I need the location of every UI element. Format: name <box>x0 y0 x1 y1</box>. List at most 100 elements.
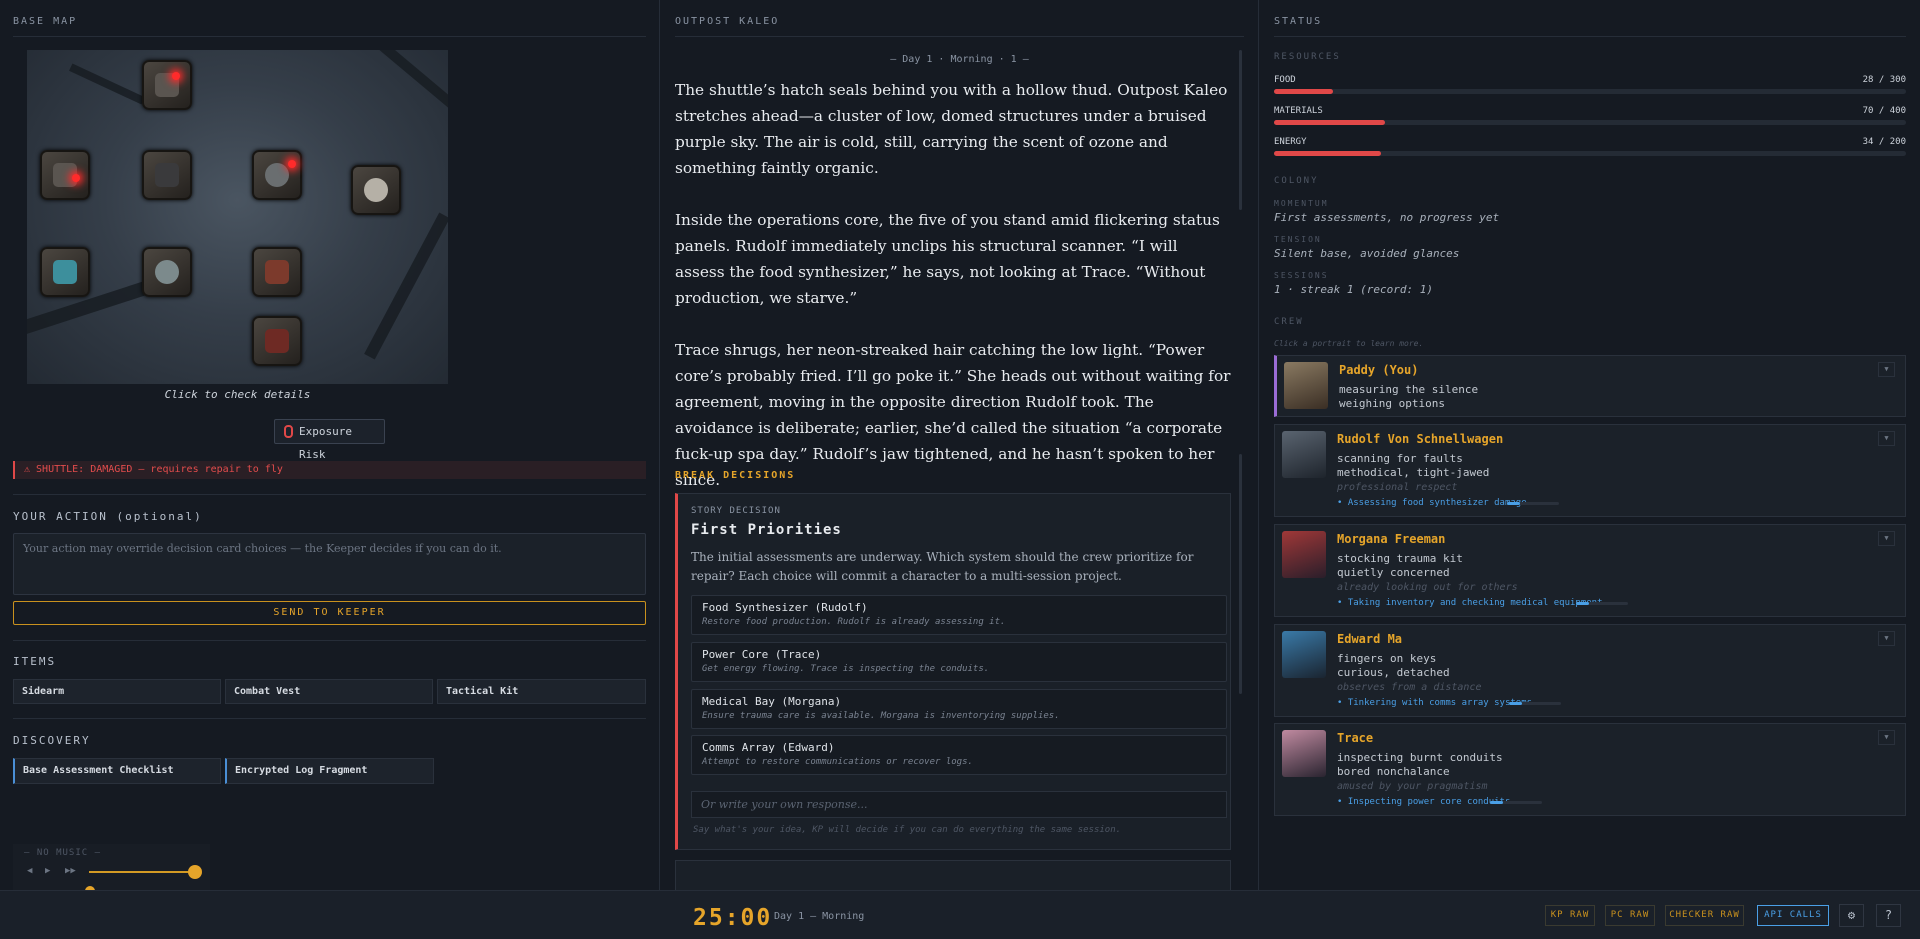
momentum-value: First assessments, no progress yet <box>1274 211 1500 224</box>
panel-title-base-map: BASE MAP <box>13 0 646 37</box>
item-card[interactable]: Combat Vest <box>225 679 433 704</box>
decision-hint: Say what's your idea, KP will decide if … <box>693 825 1122 835</box>
choice-label: Power Core (Trace) <box>702 648 822 661</box>
send-to-keeper-button[interactable]: SEND TO KEEPER <box>13 601 646 625</box>
crew-relation: observes from a distance <box>1337 682 1482 693</box>
crew-name: Paddy (You) <box>1339 363 1419 377</box>
chevron-down-icon[interactable]: ▼ <box>1878 631 1895 646</box>
map-module-tile[interactable] <box>252 150 302 200</box>
resource-name: ENERGY <box>1274 137 1307 147</box>
map-module-tile[interactable] <box>351 165 401 215</box>
choice-subtext: Attempt to restore communications or rec… <box>702 757 973 767</box>
decision-choice[interactable]: Medical Bay (Morgana) Ensure trauma care … <box>691 689 1227 729</box>
crew-mood: weighing options <box>1339 397 1445 410</box>
choice-label: Medical Bay (Morgana) <box>702 695 842 708</box>
choice-label: Comms Array (Edward) <box>702 741 835 754</box>
task-progress-bar <box>1507 502 1559 505</box>
own-response-input[interactable]: Or write your own response... <box>691 791 1227 818</box>
action-input[interactable]: Your action may override decision card c… <box>13 533 646 595</box>
exposure-risk-label: Exposure Risk <box>299 425 352 461</box>
base-map-panel: BASE MAP Click to check details Exposure… <box>0 0 660 926</box>
map-module-tile[interactable] <box>40 247 90 297</box>
action-heading: YOUR ACTION (optional) <box>13 510 203 523</box>
crew-name: Trace <box>1337 731 1374 745</box>
map-module-tile[interactable] <box>142 60 192 110</box>
crew-card-edward[interactable]: Edward Ma fingers on keys curious, detac… <box>1274 624 1906 717</box>
api-calls-button[interactable]: API CALLS <box>1757 905 1829 926</box>
resource-value: 70 / 400 <box>1862 106 1906 116</box>
decision-choice[interactable]: Comms Array (Edward) Attempt to restore c… <box>691 735 1227 775</box>
crew-relation: already looking out for others <box>1337 582 1518 593</box>
decision-choice[interactable]: Power Core (Trace) Get energy flowing. Tr… <box>691 642 1227 682</box>
next-track-button[interactable]: ▶▶ <box>65 866 76 876</box>
discovery-heading: DISCOVERY <box>13 734 91 747</box>
story-day-line: — Day 1 · Morning · 1 — <box>890 54 1029 65</box>
avatar[interactable] <box>1284 362 1328 409</box>
footer-bar: 25:00 Day 1 — Morning KP RAW PC RAW CHEC… <box>0 890 1920 939</box>
choice-subtext: Get energy flowing. Trace is inspecting … <box>702 664 990 674</box>
crew-mood: bored nonchalance <box>1337 765 1450 778</box>
kp-raw-button[interactable]: KP RAW <box>1545 905 1595 926</box>
crew-mood: curious, detached <box>1337 666 1450 679</box>
decision-choice[interactable]: Food Synthesizer (Rudolf) Restore food pr… <box>691 595 1227 635</box>
map-caption: Click to check details <box>164 388 311 401</box>
chevron-down-icon[interactable]: ▼ <box>1878 730 1895 745</box>
story-scrollbar[interactable] <box>1239 50 1242 210</box>
map-module-tile[interactable] <box>40 150 90 200</box>
resource-value: 34 / 200 <box>1862 137 1906 147</box>
resource-row: MATERIALS 70 / 400 <box>1274 106 1906 116</box>
avatar[interactable] <box>1282 730 1326 777</box>
discovery-card[interactable]: Encrypted Log Fragment <box>225 758 434 784</box>
map-module-tile[interactable] <box>142 247 192 297</box>
crew-mood: quietly concerned <box>1337 566 1450 579</box>
play-button[interactable]: ▶ <box>45 866 50 876</box>
item-card[interactable]: Tactical Kit <box>437 679 646 704</box>
volume-slider-handle[interactable] <box>188 865 202 879</box>
pc-raw-button[interactable]: PC RAW <box>1605 905 1655 926</box>
chevron-down-icon[interactable]: ▼ <box>1878 531 1895 546</box>
panel-title-status: STATUS <box>1274 0 1906 37</box>
resource-row: ENERGY 34 / 200 <box>1274 137 1906 147</box>
resources-heading: RESOURCES <box>1274 52 1341 62</box>
task-progress-bar <box>1490 801 1542 804</box>
tension-value: Silent base, avoided glances <box>1274 247 1460 260</box>
item-card[interactable]: Sidearm <box>13 679 221 704</box>
map-module-tile[interactable] <box>142 150 192 200</box>
sessions-label: SESSIONS <box>1274 271 1329 280</box>
crew-card-trace[interactable]: Trace inspecting burnt conduits bored no… <box>1274 723 1906 816</box>
crew-hint: Click a portrait to learn more. <box>1274 339 1424 348</box>
resource-name: MATERIALS <box>1274 106 1323 116</box>
settings-icon[interactable]: ⚙ <box>1839 904 1864 927</box>
shuttle-warning: ⚠ SHUTTLE: DAMAGED — requires repair to … <box>13 461 646 479</box>
session-timer: 25:00 <box>693 905 773 931</box>
map-module-tile[interactable] <box>252 316 302 366</box>
chevron-down-icon[interactable]: ▼ <box>1878 362 1895 377</box>
previous-track-button[interactable]: ◀ <box>27 866 32 876</box>
crew-card-rudolf[interactable]: Rudolf Von Schnellwagen scanning for fau… <box>1274 424 1906 517</box>
discovery-card[interactable]: Base Assessment Checklist <box>13 758 221 784</box>
items-heading: ITEMS <box>13 655 57 668</box>
decisions-scrollbar[interactable] <box>1239 454 1242 694</box>
sessions-value: 1 · streak 1 (record: 1) <box>1274 283 1433 296</box>
crew-task: • Tinkering with comms array systems <box>1337 698 1533 708</box>
avatar[interactable] <box>1282 631 1326 678</box>
crew-mood: stocking trauma kit <box>1337 552 1463 565</box>
crew-card-paddy[interactable]: Paddy (You) measuring the silence weighi… <box>1274 355 1906 417</box>
decision-card: STORY DECISION First Priorities The init… <box>675 493 1231 850</box>
choice-subtext: Ensure trauma care is available. Morgana… <box>702 711 1060 721</box>
base-map[interactable] <box>27 50 448 384</box>
help-button[interactable]: ? <box>1876 904 1901 927</box>
crew-card-morgana[interactable]: Morgana Freeman stocking trauma kit quie… <box>1274 524 1906 617</box>
crew-mood: scanning for faults <box>1337 452 1463 465</box>
checker-raw-button[interactable]: CHECKER RAW <box>1665 905 1744 926</box>
map-module-tile[interactable] <box>252 247 302 297</box>
decision-description: The initial assessments are underway. Wh… <box>691 550 1194 583</box>
chevron-down-icon[interactable]: ▼ <box>1878 431 1895 446</box>
avatar[interactable] <box>1282 431 1326 478</box>
story-paragraph: Inside the operations core, the five of … <box>675 211 1220 307</box>
volume-slider[interactable] <box>89 871 196 873</box>
exposure-risk-button[interactable]: Exposure Risk <box>274 419 385 461</box>
divider <box>13 640 646 641</box>
avatar[interactable] <box>1282 531 1326 578</box>
app: BASE MAP Click to check details Exposure… <box>0 0 1920 939</box>
